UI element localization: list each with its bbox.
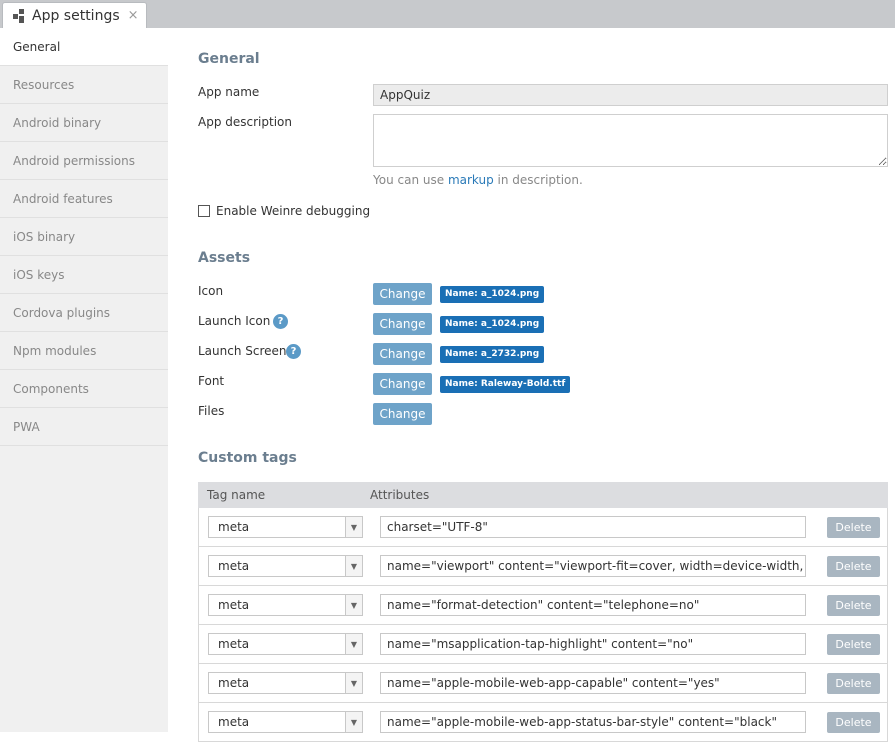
change-icon-button[interactable]: Change bbox=[373, 283, 432, 305]
main-content: General App name App description You can… bbox=[168, 28, 895, 742]
table-row: meta ▼ charset="UTF-8" Delete bbox=[198, 508, 888, 547]
asset-label-files: Files bbox=[198, 404, 225, 418]
change-launch-screen-button[interactable]: Change bbox=[373, 343, 432, 365]
attributes-input[interactable]: name="apple-mobile-web-app-capable" cont… bbox=[380, 672, 806, 694]
custom-tags-header: Tag name Attributes bbox=[198, 482, 888, 508]
delete-button[interactable]: Delete bbox=[827, 634, 880, 655]
tag-name-select[interactable]: meta ▼ bbox=[208, 633, 363, 655]
markup-hint: You can use markup in description. bbox=[373, 173, 583, 187]
tab-title: App settings bbox=[32, 7, 120, 24]
chevron-down-icon: ▼ bbox=[345, 712, 362, 732]
table-row: meta ▼ name="apple-mobile-web-app-capabl… bbox=[198, 664, 888, 703]
section-title-custom-tags: Custom tags bbox=[198, 450, 297, 466]
sidebar: General Resources Android binary Android… bbox=[0, 28, 168, 732]
app-name-input[interactable] bbox=[373, 84, 888, 106]
app-description-textarea[interactable] bbox=[373, 114, 888, 167]
file-badge-launch-screen: Name: a_2732.png bbox=[440, 346, 545, 363]
table-row: meta ▼ name="msapplication-tap-highlight… bbox=[198, 625, 888, 664]
chevron-down-icon: ▼ bbox=[345, 517, 362, 537]
tag-name-select[interactable]: meta ▼ bbox=[208, 711, 363, 733]
column-header-attributes: Attributes bbox=[370, 488, 430, 502]
sidebar-item-components[interactable]: Components bbox=[0, 370, 168, 408]
delete-button[interactable]: Delete bbox=[827, 517, 880, 538]
attributes-input[interactable]: name="viewport" content="viewport-fit=co… bbox=[380, 555, 806, 577]
delete-button[interactable]: Delete bbox=[827, 556, 880, 577]
tag-name-select[interactable]: meta ▼ bbox=[208, 555, 363, 577]
asset-label-icon: Icon bbox=[198, 284, 224, 298]
attributes-input[interactable]: name="apple-mobile-web-app-status-bar-st… bbox=[380, 711, 806, 733]
attributes-input[interactable]: name="msapplication-tap-highlight" conte… bbox=[380, 633, 806, 655]
sidebar-item-resources[interactable]: Resources bbox=[0, 66, 168, 104]
sidebar-item-general[interactable]: General bbox=[0, 28, 168, 66]
sidebar-item-pwa[interactable]: PWA bbox=[0, 408, 168, 446]
delete-button[interactable]: Delete bbox=[827, 595, 880, 616]
file-badge-icon: Name: a_1024.png bbox=[440, 286, 545, 303]
tag-name-select[interactable]: meta ▼ bbox=[208, 594, 363, 616]
help-icon[interactable]: ? bbox=[286, 344, 301, 359]
tab-app-settings[interactable]: App settings × bbox=[2, 2, 147, 28]
asset-label-font: Font bbox=[198, 374, 225, 388]
tag-name-value: meta bbox=[218, 520, 250, 534]
tag-name-value: meta bbox=[218, 598, 250, 612]
file-badge-launch-icon: Name: a_1024.png bbox=[440, 316, 545, 333]
attributes-input[interactable]: name="format-detection" content="telepho… bbox=[380, 594, 806, 616]
tag-name-value: meta bbox=[218, 637, 250, 651]
delete-button[interactable]: Delete bbox=[827, 673, 880, 694]
tag-name-select[interactable]: meta ▼ bbox=[208, 516, 363, 538]
sidebar-item-cordova-plugins[interactable]: Cordova plugins bbox=[0, 294, 168, 332]
help-icon[interactable]: ? bbox=[273, 314, 288, 329]
change-font-button[interactable]: Change bbox=[373, 373, 432, 395]
tag-name-value: meta bbox=[218, 715, 250, 729]
close-icon[interactable]: × bbox=[128, 8, 139, 23]
section-title-general: General bbox=[198, 51, 260, 67]
attributes-input[interactable]: charset="UTF-8" bbox=[380, 516, 806, 538]
change-files-button[interactable]: Change bbox=[373, 403, 432, 425]
asset-label-launch-icon: Launch Icon bbox=[198, 314, 271, 328]
weinre-checkbox[interactable] bbox=[198, 205, 210, 217]
asset-label-launch-screen: Launch Screen bbox=[198, 344, 287, 358]
tab-bar: App settings × bbox=[0, 0, 895, 28]
sidebar-item-android-permissions[interactable]: Android permissions bbox=[0, 142, 168, 180]
section-title-assets: Assets bbox=[198, 250, 251, 266]
tag-name-value: meta bbox=[218, 676, 250, 690]
sidebar-item-npm-modules[interactable]: Npm modules bbox=[0, 332, 168, 370]
markup-link[interactable]: markup bbox=[448, 173, 494, 187]
app-name-label: App name bbox=[198, 85, 260, 99]
chevron-down-icon: ▼ bbox=[345, 634, 362, 654]
sidebar-item-android-features[interactable]: Android features bbox=[0, 180, 168, 218]
app-description-label: App description bbox=[198, 115, 292, 129]
delete-button[interactable]: Delete bbox=[827, 712, 880, 733]
custom-tags-table: Tag name Attributes meta ▼ charset="UTF-… bbox=[198, 482, 888, 742]
hint-suffix: in description. bbox=[493, 173, 583, 187]
chevron-down-icon: ▼ bbox=[345, 595, 362, 615]
file-badge-font: Name: Raleway-Bold.ttf bbox=[440, 376, 571, 393]
hint-prefix: You can use bbox=[373, 173, 448, 187]
change-launch-icon-button[interactable]: Change bbox=[373, 313, 432, 335]
sidebar-item-ios-binary[interactable]: iOS binary bbox=[0, 218, 168, 256]
table-row: meta ▼ name="format-detection" content="… bbox=[198, 586, 888, 625]
column-header-tag-name: Tag name bbox=[207, 488, 266, 502]
chevron-down-icon: ▼ bbox=[345, 556, 362, 576]
sidebar-item-android-binary[interactable]: Android binary bbox=[0, 104, 168, 142]
tag-name-value: meta bbox=[218, 559, 250, 573]
chevron-down-icon: ▼ bbox=[345, 673, 362, 693]
app-settings-icon bbox=[13, 8, 24, 23]
tag-name-select[interactable]: meta ▼ bbox=[208, 672, 363, 694]
weinre-label: Enable Weinre debugging bbox=[216, 204, 371, 218]
weinre-row[interactable]: Enable Weinre debugging bbox=[198, 204, 370, 218]
table-row: meta ▼ name="viewport" content="viewport… bbox=[198, 547, 888, 586]
sidebar-item-ios-keys[interactable]: iOS keys bbox=[0, 256, 168, 294]
table-row: meta ▼ name="apple-mobile-web-app-status… bbox=[198, 703, 888, 742]
